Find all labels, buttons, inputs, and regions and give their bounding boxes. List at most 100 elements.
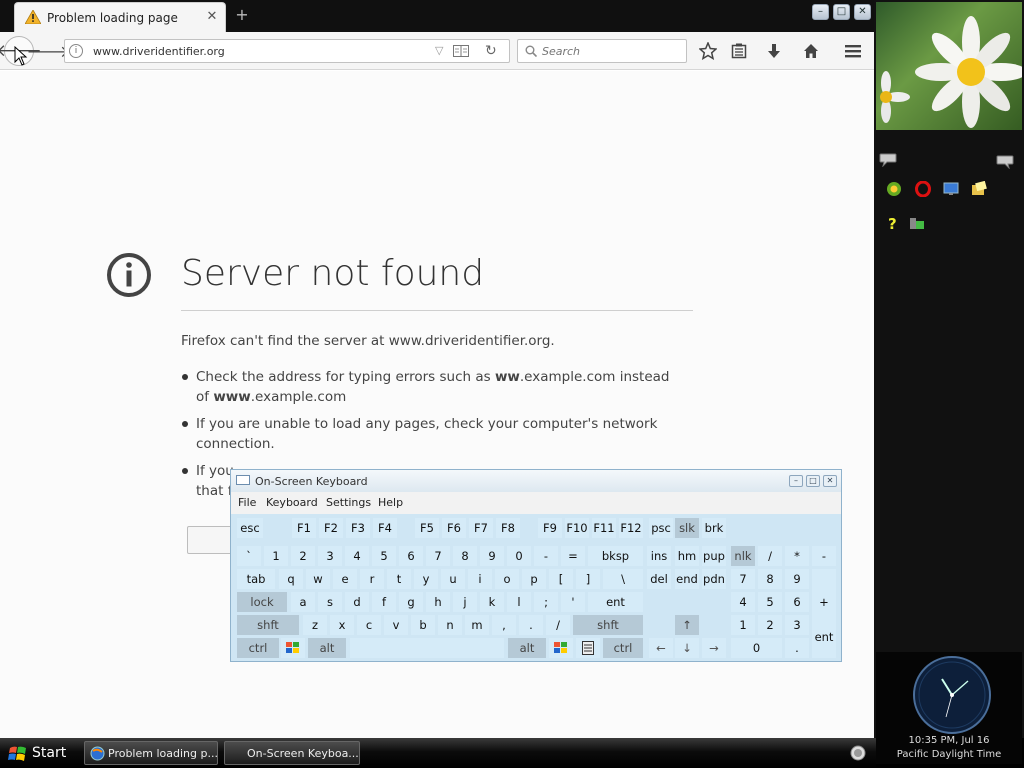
key-n[interactable]: n [438, 615, 462, 635]
key-end[interactable]: end [675, 569, 699, 589]
key-num-7[interactable]: 7 [731, 569, 755, 589]
search-input[interactable] [542, 43, 682, 59]
menu-file[interactable]: File [238, 496, 256, 509]
key-v[interactable]: v [384, 615, 408, 635]
key-slk[interactable]: slk [675, 518, 699, 538]
downloads-button[interactable] [762, 39, 786, 63]
key-f9[interactable]: F9 [538, 518, 562, 538]
key-period[interactable]: . [519, 615, 543, 635]
reader-view-icon[interactable] [453, 45, 469, 57]
url-text[interactable]: www.driveridentifier.org [93, 45, 225, 58]
speech-bubble-icon[interactable] [879, 152, 897, 168]
key-f2[interactable]: F2 [319, 518, 343, 538]
key-slash[interactable]: / [546, 615, 570, 635]
osk-titlebar[interactable]: On-Screen Keyboard – □ ✕ [231, 470, 841, 492]
green-orb-icon[interactable] [886, 181, 902, 197]
minimize-button[interactable]: – [812, 4, 829, 20]
key-num-6[interactable]: 6 [785, 592, 809, 612]
bookmarks-menu-button[interactable] [727, 39, 751, 63]
key-space[interactable] [350, 638, 504, 658]
key-o[interactable]: o [495, 569, 519, 589]
key-f10[interactable]: F10 [565, 518, 589, 538]
opera-icon[interactable] [915, 180, 931, 198]
key-f4[interactable]: F4 [373, 518, 397, 538]
key-k[interactable]: k [480, 592, 504, 612]
key-q[interactable]: q [279, 569, 303, 589]
taskbar-item-firefox[interactable]: Problem loading p... [84, 741, 218, 765]
key-num-5[interactable]: 5 [758, 592, 782, 612]
forward-button[interactable]: 🡒 [27, 40, 70, 62]
key-num-2[interactable]: 2 [758, 615, 782, 635]
key-right-alt[interactable]: alt [508, 638, 546, 658]
key-arrow-up[interactable]: ↑ [675, 615, 699, 635]
key-f8[interactable]: F8 [496, 518, 520, 538]
close-tab-icon[interactable]: ✕ [205, 9, 219, 25]
key-backtick[interactable]: ` [237, 546, 261, 566]
key-7[interactable]: 7 [426, 546, 450, 566]
key-num-3[interactable]: 3 [785, 615, 809, 635]
key-backslash[interactable]: \ [603, 569, 643, 589]
key-pgup[interactable]: pup [702, 546, 726, 566]
key-x[interactable]: x [330, 615, 354, 635]
key-u[interactable]: u [441, 569, 465, 589]
maximize-button[interactable]: □ [833, 4, 850, 20]
address-bar[interactable]: i www.driveridentifier.org ▽ ↻ [64, 39, 510, 63]
key-equals[interactable]: = [561, 546, 585, 566]
history-dropdown-icon[interactable]: ▽ [435, 43, 447, 59]
key-brk[interactable]: brk [702, 518, 726, 538]
key-quote[interactable]: ' [561, 592, 585, 612]
menu-settings[interactable]: Settings [326, 496, 371, 509]
site-info-icon[interactable]: i [69, 44, 83, 58]
open-menu-button[interactable] [841, 39, 865, 63]
key-f7[interactable]: F7 [469, 518, 493, 538]
speech-bubble-icon[interactable] [996, 154, 1014, 170]
reload-icon[interactable]: ↻ [485, 43, 501, 59]
key-arrow-left[interactable]: ← [649, 638, 673, 658]
key-f1[interactable]: F1 [292, 518, 316, 538]
tab-problem-loading[interactable]: Problem loading page ✕ [14, 2, 226, 32]
key-num-enter[interactable]: ent [812, 615, 836, 658]
key-6[interactable]: 6 [399, 546, 423, 566]
key-h[interactable]: h [426, 592, 450, 612]
search-box[interactable] [517, 39, 687, 63]
key-esc[interactable]: esc [237, 518, 263, 538]
key-semicolon[interactable]: ; [534, 592, 558, 612]
key-f3[interactable]: F3 [346, 518, 370, 538]
key-num-decimal[interactable]: . [785, 638, 809, 658]
key-minus[interactable]: - [534, 546, 558, 566]
key-z[interactable]: z [303, 615, 327, 635]
key-p[interactable]: p [522, 569, 546, 589]
key-m[interactable]: m [465, 615, 489, 635]
key-0[interactable]: 0 [507, 546, 531, 566]
help-icon[interactable]: ? [886, 215, 902, 233]
key-i[interactable]: i [468, 569, 492, 589]
key-tab[interactable]: tab [237, 569, 275, 589]
key-num-0[interactable]: 0 [731, 638, 782, 658]
osk-maximize-button[interactable]: □ [806, 475, 820, 487]
menu-keyboard[interactable]: Keyboard [266, 496, 318, 509]
key-b[interactable]: b [411, 615, 435, 635]
key-3[interactable]: 3 [318, 546, 342, 566]
key-l[interactable]: l [507, 592, 531, 612]
key-9[interactable]: 9 [480, 546, 504, 566]
key-f5[interactable]: F5 [415, 518, 439, 538]
home-button[interactable] [799, 39, 823, 63]
key-s[interactable]: s [318, 592, 342, 612]
key-e[interactable]: e [333, 569, 357, 589]
close-window-button[interactable]: ✕ [854, 4, 871, 20]
key-j[interactable]: j [453, 592, 477, 612]
key-ins[interactable]: ins [647, 546, 671, 566]
menu-help[interactable]: Help [378, 496, 403, 509]
key-left-ctrl[interactable]: ctrl [237, 638, 279, 658]
key-right-bracket[interactable]: ] [576, 569, 600, 589]
slideshow-gadget[interactable] [876, 2, 1022, 130]
key-left-windows[interactable] [281, 638, 305, 658]
key-f12[interactable]: F12 [619, 518, 643, 538]
key-2[interactable]: 2 [291, 546, 315, 566]
key-caps-lock[interactable]: lock [237, 592, 287, 612]
key-5[interactable]: 5 [372, 546, 396, 566]
key-num-8[interactable]: 8 [758, 569, 782, 589]
key-arrow-right[interactable]: → [702, 638, 726, 658]
key-f[interactable]: f [372, 592, 396, 612]
key-pgdn[interactable]: pdn [702, 569, 726, 589]
